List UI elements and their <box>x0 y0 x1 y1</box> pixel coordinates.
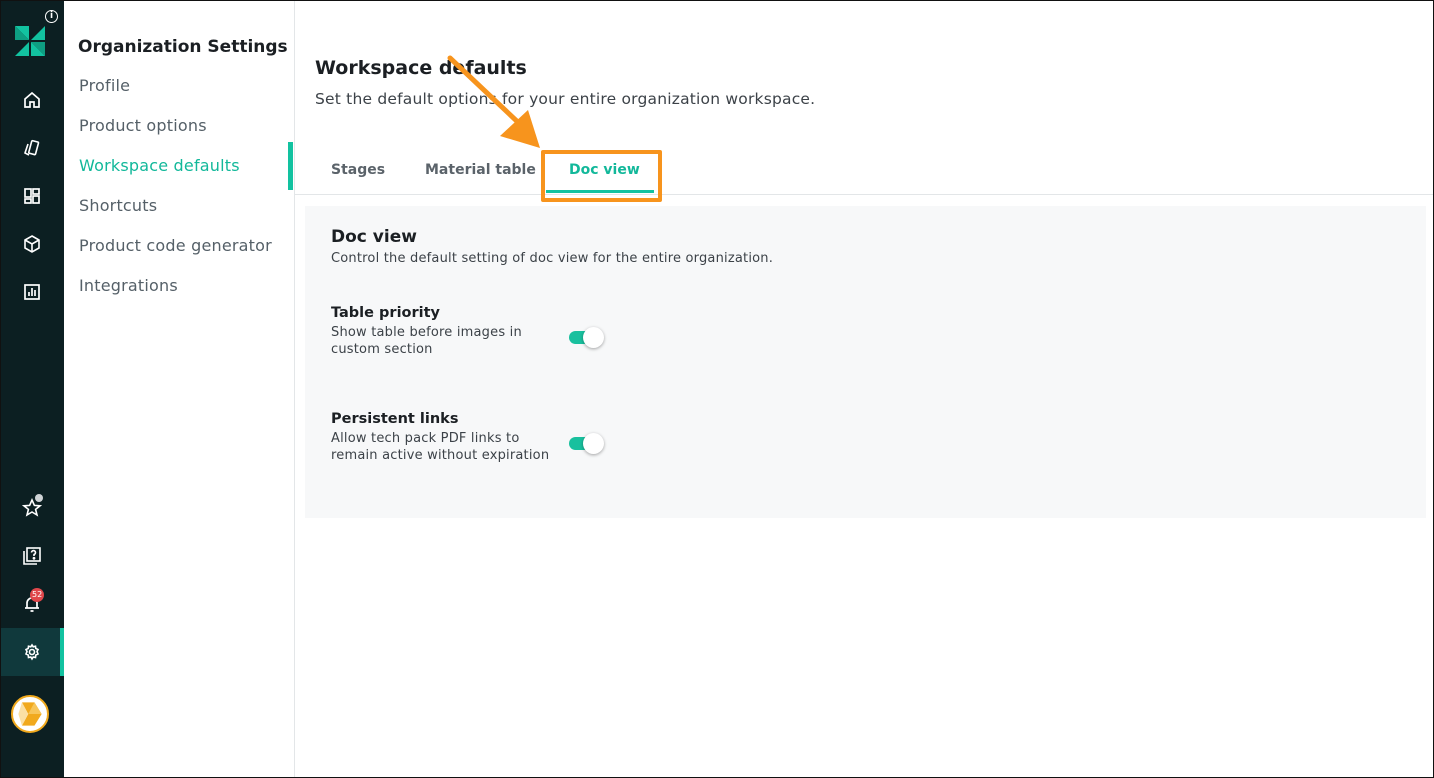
toggle-knob <box>583 433 604 454</box>
notification-count-badge: 52 <box>30 588 45 602</box>
report-icon <box>24 284 40 300</box>
app-logo[interactable] <box>13 24 47 58</box>
table-priority-description: Show table before images in custom secti… <box>331 325 522 357</box>
tutorial-arrow-icon <box>447 55 540 148</box>
app-rail: i 52 <box>0 0 64 778</box>
settings-sidebar: Organization Settings Profile Product op… <box>64 0 295 778</box>
toggle-knob <box>583 327 604 348</box>
tab-stages[interactable]: Stages <box>331 162 385 178</box>
favorites-dot <box>35 494 43 502</box>
table-priority-label: Table priority <box>331 305 441 321</box>
settings-nav-product-options[interactable]: Product options <box>79 116 207 135</box>
settings-nav-integrations[interactable]: Integrations <box>79 276 178 295</box>
doc-view-subtitle: Control the default setting of doc view … <box>331 251 774 266</box>
rail-help-button[interactable] <box>0 532 64 580</box>
rail-home-button[interactable] <box>0 76 64 124</box>
doc-view-panel: Doc view Control the default setting of … <box>305 206 1426 518</box>
home-icon <box>24 91 40 108</box>
persistent-links-description: Allow tech pack PDF links to remain acti… <box>331 431 550 463</box>
gear-icon <box>24 643 40 661</box>
rail-dashboard-button[interactable] <box>0 172 64 220</box>
tabs-divider <box>295 194 1434 195</box>
user-avatar[interactable] <box>11 695 49 733</box>
rail-reports-button[interactable] <box>0 268 64 316</box>
box-icon <box>24 235 40 253</box>
settings-nav-shortcuts[interactable]: Shortcuts <box>79 196 157 215</box>
page-subtitle: Set the default options for your entire … <box>315 90 816 108</box>
rail-notifications-button[interactable]: 52 <box>0 580 64 628</box>
table-priority-toggle[interactable] <box>569 327 604 348</box>
dashboard-icon <box>24 188 40 204</box>
rail-settings-button[interactable] <box>0 628 64 676</box>
doc-view-title: Doc view <box>331 227 417 247</box>
avatar-logo-icon <box>18 702 42 726</box>
tab-material-table[interactable]: Material table <box>425 162 536 178</box>
settings-nav-workspace-defaults[interactable]: Workspace defaults <box>79 156 240 175</box>
rail-favorites-button[interactable] <box>0 484 64 532</box>
active-nav-indicator <box>288 142 293 190</box>
rail-products-button[interactable] <box>0 220 64 268</box>
persistent-links-label: Persistent links <box>331 411 459 427</box>
rail-catalog-button[interactable] <box>0 124 64 172</box>
catalog-icon <box>24 139 40 156</box>
help-icon <box>23 547 41 565</box>
settings-nav-profile[interactable]: Profile <box>79 76 130 95</box>
settings-title: Organization Settings <box>78 37 288 57</box>
persistent-links-toggle[interactable] <box>569 433 604 454</box>
info-icon[interactable]: i <box>45 10 58 23</box>
settings-nav-product-code-generator[interactable]: Product code generator <box>79 236 272 255</box>
